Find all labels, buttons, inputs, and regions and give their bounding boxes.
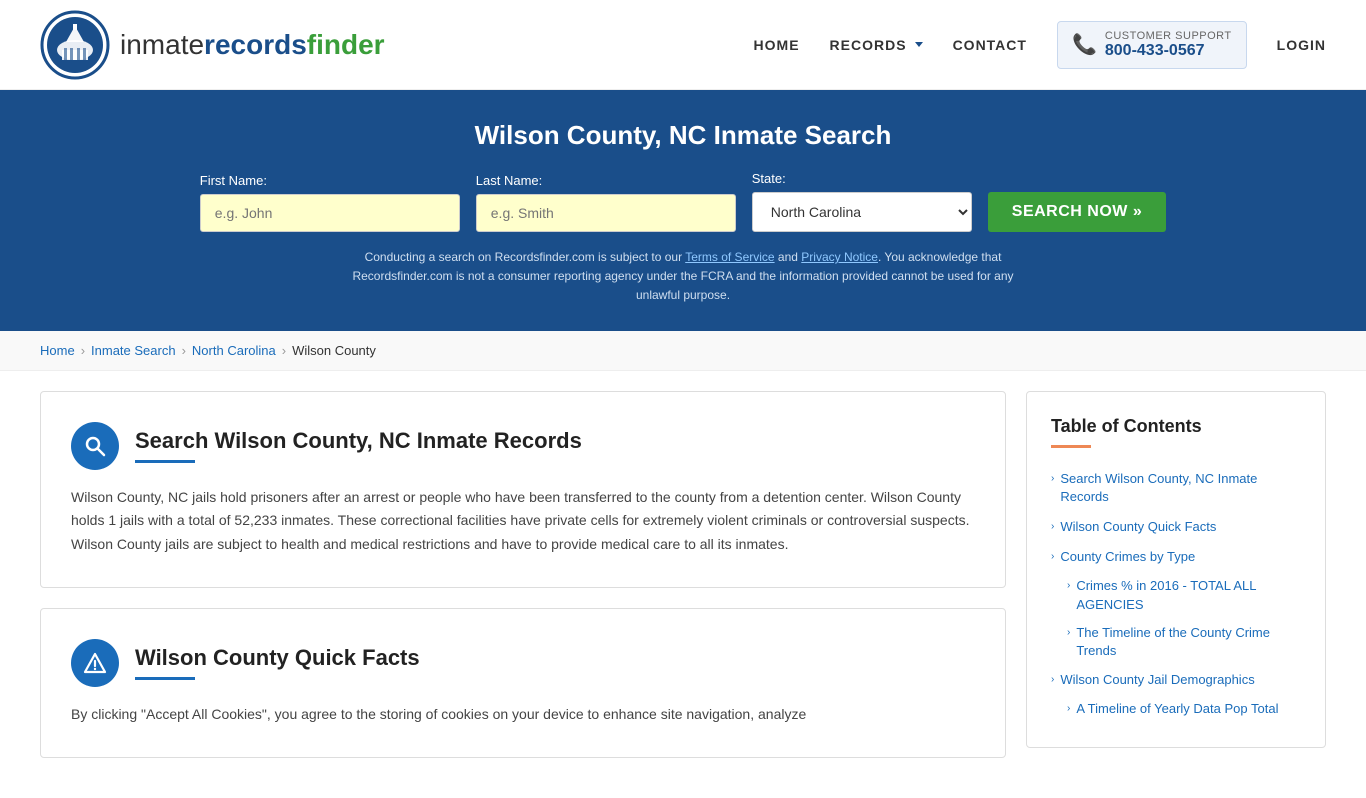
search-icon-circle: [71, 422, 119, 470]
quick-facts-section: Wilson County Quick Facts By clicking "A…: [40, 608, 1006, 758]
toc-item-1-label: Search Wilson County, NC Inmate Records: [1060, 470, 1301, 506]
inmate-records-section: Search Wilson County, NC Inmate Records …: [40, 391, 1006, 588]
tos-link[interactable]: Terms of Service: [685, 250, 774, 264]
nav-home[interactable]: HOME: [754, 37, 800, 53]
toc-item-3[interactable]: › County Crimes by Type: [1051, 542, 1301, 572]
breadcrumb-sep-3: ›: [282, 343, 286, 358]
alert-icon-circle: [71, 639, 119, 687]
toc-item-1[interactable]: › Search Wilson County, NC Inmate Record…: [1051, 464, 1301, 512]
hero-section: Wilson County, NC Inmate Search First Na…: [0, 90, 1366, 331]
breadcrumb-sep-1: ›: [81, 343, 85, 358]
last-name-label: Last Name:: [476, 173, 542, 188]
nav-records-label: RECORDS: [830, 37, 907, 53]
breadcrumb: Home › Inmate Search › North Carolina › …: [0, 331, 1366, 371]
toc-item-4-label: Wilson County Jail Demographics: [1060, 671, 1254, 689]
search-form: First Name: Last Name: State: North Caro…: [40, 171, 1326, 232]
state-label: State:: [752, 171, 786, 186]
support-label: CUSTOMER SUPPORT: [1105, 30, 1232, 42]
toc-chevron-3: ›: [1051, 550, 1054, 564]
toc-item-2[interactable]: › Wilson County Quick Facts: [1051, 512, 1301, 542]
sidebar: Table of Contents › Search Wilson County…: [1026, 391, 1326, 778]
logo-icon: [40, 10, 110, 80]
first-name-label: First Name:: [200, 173, 267, 188]
login-button[interactable]: LOGIN: [1277, 37, 1326, 53]
toc-chevron-2: ›: [1051, 520, 1054, 534]
breadcrumb-state[interactable]: North Carolina: [192, 343, 276, 358]
alert-icon: [83, 651, 107, 675]
toc-chevron-4: ›: [1051, 673, 1054, 687]
toc-sub-chevron-1: ›: [1067, 579, 1070, 593]
support-box[interactable]: 📞 CUSTOMER SUPPORT 800-433-0567: [1057, 21, 1247, 69]
toc-chevron-1: ›: [1051, 472, 1054, 486]
content-left: Search Wilson County, NC Inmate Records …: [40, 391, 1006, 778]
toc-sub-item-1-label: Crimes % in 2016 - TOTAL ALL AGENCIES: [1076, 577, 1301, 613]
toc-title: Table of Contents: [1051, 416, 1301, 437]
first-name-group: First Name:: [200, 173, 460, 232]
section2-body: By clicking "Accept All Cookies", you ag…: [71, 703, 975, 727]
logo-text-end: finder: [307, 29, 385, 60]
section2-header: Wilson County Quick Facts: [71, 639, 975, 687]
last-name-input[interactable]: [476, 194, 736, 232]
search-button[interactable]: SEARCH NOW »: [988, 192, 1166, 232]
section1-title: Search Wilson County, NC Inmate Records: [135, 428, 582, 454]
section1-underline: [135, 460, 195, 463]
nav-contact[interactable]: CONTACT: [953, 37, 1027, 53]
toc-item-2-label: Wilson County Quick Facts: [1060, 518, 1216, 536]
toc-sub-item-3[interactable]: › A Timeline of Yearly Data Pop Total: [1051, 695, 1301, 723]
toc-item-4[interactable]: › Wilson County Jail Demographics: [1051, 665, 1301, 695]
section2-title: Wilson County Quick Facts: [135, 645, 420, 671]
site-header: inmaterecordsfinder HOME RECORDS CONTACT…: [0, 0, 1366, 90]
state-select[interactable]: North Carolina: [752, 192, 972, 232]
last-name-group: Last Name:: [476, 173, 736, 232]
support-number: 800-433-0567: [1105, 42, 1232, 60]
toc-underline: [1051, 445, 1091, 448]
breadcrumb-current: Wilson County: [292, 343, 376, 358]
breadcrumb-sep-2: ›: [182, 343, 186, 358]
logo[interactable]: inmaterecordsfinder: [40, 10, 385, 80]
main-nav: HOME RECORDS CONTACT 📞 CUSTOMER SUPPORT …: [754, 21, 1326, 69]
section1-body: Wilson County, NC jails hold prisoners a…: [71, 486, 975, 557]
section2-underline: [135, 677, 195, 680]
toc-sub-chevron-2: ›: [1067, 626, 1070, 640]
first-name-input[interactable]: [200, 194, 460, 232]
records-dropdown-icon: [915, 42, 923, 47]
logo-text-start: inmate: [120, 29, 204, 60]
nav-records[interactable]: RECORDS: [830, 37, 923, 53]
toc-item-3-label: County Crimes by Type: [1060, 548, 1195, 566]
breadcrumb-inmate-search[interactable]: Inmate Search: [91, 343, 176, 358]
toc-box: Table of Contents › Search Wilson County…: [1026, 391, 1326, 749]
section1-header: Search Wilson County, NC Inmate Records: [71, 422, 975, 470]
hero-title: Wilson County, NC Inmate Search: [40, 120, 1326, 151]
main-content: Search Wilson County, NC Inmate Records …: [0, 371, 1366, 798]
phone-icon: 📞: [1072, 32, 1097, 57]
hero-disclaimer: Conducting a search on Recordsfinder.com…: [333, 248, 1033, 306]
state-group: State: North Carolina: [752, 171, 972, 232]
toc-sub-item-1[interactable]: › Crimes % in 2016 - TOTAL ALL AGENCIES: [1051, 572, 1301, 618]
search-icon: [83, 434, 107, 458]
breadcrumb-home[interactable]: Home: [40, 343, 75, 358]
privacy-link[interactable]: Privacy Notice: [801, 250, 878, 264]
toc-sub-chevron-3: ›: [1067, 702, 1070, 716]
toc-sub-item-3-label: A Timeline of Yearly Data Pop Total: [1076, 700, 1278, 718]
toc-sub-item-2[interactable]: › The Timeline of the County Crime Trend…: [1051, 619, 1301, 665]
logo-text-mid: records: [204, 29, 307, 60]
toc-sub-item-2-label: The Timeline of the County Crime Trends: [1076, 624, 1301, 660]
